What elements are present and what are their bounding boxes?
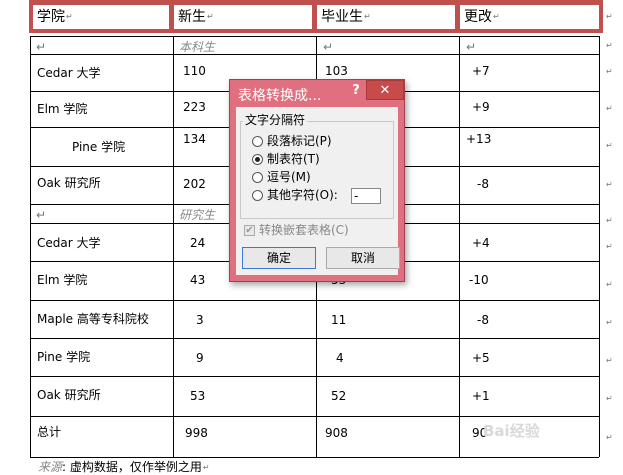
checkbox-icon: ✔: [244, 225, 255, 236]
help-icon[interactable]: ?: [346, 81, 366, 101]
cell-marker-icon: ↵: [364, 12, 371, 21]
change-value: +9: [472, 100, 490, 114]
header-cell-college[interactable]: 学院↵: [33, 5, 169, 29]
ok-button[interactable]: 确定: [242, 247, 316, 269]
college-name: Elm 学院: [37, 102, 88, 116]
table-row[interactable]: Maple 高等专科院校 3 11 -8: [30, 301, 599, 339]
change-value: -8: [477, 177, 489, 191]
row-end-icon: ↵: [606, 216, 613, 225]
row-end-icon: ↵: [606, 180, 613, 189]
college-name: Pine 学院: [72, 140, 126, 154]
total-grad: 908: [325, 426, 348, 440]
cancel-button[interactable]: 取消: [326, 247, 400, 269]
table-row-category[interactable]: ↵ 本科生 ↵ ↵: [30, 37, 599, 55]
radio-comma[interactable]: 逗号(M): [252, 170, 311, 184]
total-label: 总计: [37, 425, 62, 439]
cell-marker-icon: ↵: [36, 208, 47, 222]
college-name: Cedar 大学: [37, 66, 101, 80]
grad-count: 52: [331, 389, 347, 403]
change-value: -10: [469, 273, 489, 287]
radio-icon[interactable]: [252, 136, 263, 147]
new-count: 110: [183, 64, 206, 78]
college-name: Maple 高等专科院校: [37, 312, 149, 326]
paragraph-mark-icon: ↵: [202, 463, 210, 472]
radio-paragraph[interactable]: 段落标记(P): [252, 134, 332, 148]
change-value: +7: [472, 64, 490, 78]
total-new: 998: [185, 426, 208, 440]
change-value: +1: [472, 389, 490, 403]
new-count: 43: [190, 273, 206, 287]
new-count: 24: [190, 236, 206, 250]
category-label: 研究生: [179, 208, 216, 222]
header-cell-new[interactable]: 新生↵: [174, 5, 312, 29]
change-value: -8: [477, 313, 489, 327]
row-end-icon: ↵: [606, 356, 613, 365]
row-end-icon: ↵: [606, 41, 613, 50]
dialog-title: 表格转换成...: [238, 88, 322, 104]
college-name: Elm 学院: [37, 273, 88, 287]
source-note: 来源: 虚构数据，仅作举例之用↵: [38, 460, 210, 474]
radio-other[interactable]: 其他字符(O):: [252, 188, 338, 202]
header-cell-grad[interactable]: 毕业生↵: [317, 5, 455, 29]
dialog-body: 文字分隔符 段落标记(P) 制表符(T) 逗号(M) 其他字符(O): - ✔ 转…: [236, 107, 400, 275]
radio-selected-icon[interactable]: [252, 154, 263, 165]
radio-icon[interactable]: [252, 190, 263, 201]
other-char-input[interactable]: -: [351, 188, 381, 204]
new-count: 9: [196, 351, 204, 365]
change-value: +13: [466, 132, 492, 146]
close-button[interactable]: ✕: [366, 80, 404, 100]
document-page: 学院↵ 新生↵ 毕业生↵ 更改↵ ↵ 本科生 ↵ ↵ Cedar 大学 110 …: [0, 0, 623, 474]
row-end-icon: ↵: [606, 433, 613, 442]
cell-marker-icon: ↵: [493, 12, 500, 21]
data-table[interactable]: ↵ 本科生 ↵ ↵ Cedar 大学 110 103 +7 Elm 学院 223…: [30, 36, 599, 458]
header-cell-change[interactable]: 更改↵: [460, 5, 599, 29]
table-row[interactable]: Oak 研究所 53 52 +1: [30, 377, 599, 417]
change-value: +4: [472, 236, 490, 250]
new-count: 223: [183, 100, 206, 114]
college-name: Oak 研究所: [37, 388, 101, 402]
row-end-icon: ↵: [606, 394, 613, 403]
grad-count: 11: [331, 313, 347, 327]
watermark: Bai经验: [483, 422, 540, 440]
row-end-icon: ↵: [606, 104, 613, 113]
grad-count: 4: [336, 351, 344, 365]
radio-icon[interactable]: [252, 172, 263, 183]
college-name: Pine 学院: [37, 350, 91, 364]
cell-marker-icon: ↵: [36, 40, 47, 54]
grad-count: 103: [325, 64, 348, 78]
cell-marker-icon: ↵: [66, 12, 73, 21]
table-header-row-selected[interactable]: 学院↵ 新生↵ 毕业生↵ 更改↵: [29, 0, 603, 33]
row-end-icon: ↵: [606, 141, 613, 150]
new-count: 3: [196, 313, 204, 327]
cell-marker-icon: ↵: [323, 40, 334, 54]
table-border: [599, 36, 600, 457]
row-end-icon: ↵: [606, 280, 613, 289]
cell-marker-icon: ↵: [207, 12, 214, 21]
college-name: Cedar 大学: [37, 236, 101, 250]
row-end-icon: ↵: [606, 67, 613, 76]
new-count: 53: [190, 389, 206, 403]
cell-marker-icon: ↵: [466, 40, 477, 54]
change-value: +5: [472, 351, 490, 365]
table-row[interactable]: Pine 学院 9 4 +5: [30, 339, 599, 377]
separator-group-label: 文字分隔符: [243, 111, 308, 128]
new-count: 134: [183, 132, 206, 146]
radio-tab[interactable]: 制表符(T): [252, 152, 320, 166]
row-end-icon: ↵: [606, 242, 613, 251]
new-count: 202: [183, 177, 206, 191]
category-label: 本科生: [179, 40, 216, 54]
college-name: Oak 研究所: [37, 176, 101, 190]
row-end-icon: ↵: [606, 12, 613, 21]
row-end-icon: ↵: [606, 318, 613, 327]
nested-table-checkbox: ✔ 转换嵌套表格(C): [244, 223, 349, 237]
convert-table-dialog[interactable]: 表格转换成... ? ✕ 文字分隔符 段落标记(P) 制表符(T) 逗号(M) …: [229, 79, 405, 282]
